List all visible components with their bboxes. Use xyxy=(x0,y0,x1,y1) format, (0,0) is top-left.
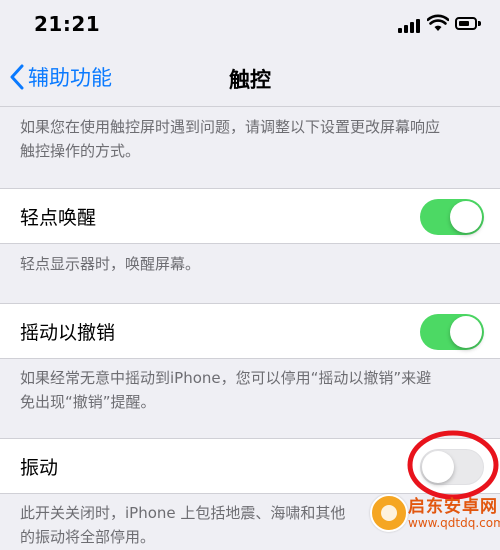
intro-line-1: 如果您在使用触控屏时遇到问题，请调整以下设置更改屏幕响应 xyxy=(20,118,441,136)
status-time: 21:21 xyxy=(34,12,101,36)
toggle-knob xyxy=(450,316,482,348)
toggle-knob xyxy=(422,451,454,483)
watermark-name: 启东安卓网 xyxy=(408,497,498,517)
setting-label: 振动 xyxy=(20,457,59,479)
page-title: 触控 xyxy=(229,68,271,92)
cellular-signal-icon xyxy=(398,17,420,33)
setting-footer-shake-to-undo: 如果经常无意中摇动到iPhone，您可以停用“摇动以撤销”来避 免出现“撤销”提… xyxy=(20,366,480,414)
tap-to-wake-toggle[interactable] xyxy=(420,199,484,235)
battery-tip xyxy=(478,21,481,26)
setting-row-vibration: 振动 xyxy=(0,438,500,494)
footer-line-2: 免出现“撤销”提醒。 xyxy=(20,393,156,411)
status-bar: 21:21 xyxy=(0,0,500,50)
setting-label: 轻点唤醒 xyxy=(20,207,97,229)
battery-icon xyxy=(455,17,477,30)
watermark: 启东安卓网 www.qdtdq.com xyxy=(368,488,500,550)
vibration-toggle[interactable] xyxy=(420,449,484,485)
setting-footer-tap-to-wake: 轻点显示器时，唤醒屏幕。 xyxy=(20,252,480,276)
watermark-url: www.qdtdq.com xyxy=(408,516,500,530)
setting-label: 摇动以撤销 xyxy=(20,322,116,344)
footer-line-1: 轻点显示器时，唤醒屏幕。 xyxy=(20,255,201,273)
wifi-icon xyxy=(427,14,449,31)
intro-description: 如果您在使用触控屏时遇到问题，请调整以下设置更改屏幕响应 触控操作的方式。 xyxy=(20,115,480,163)
navigation-bar: 辅助功能 触控 xyxy=(0,50,500,107)
watermark-logo-icon xyxy=(370,494,408,532)
toggle-knob xyxy=(450,201,482,233)
shake-to-undo-toggle[interactable] xyxy=(420,314,484,350)
setting-row-tap-to-wake: 轻点唤醒 xyxy=(0,188,500,244)
footer-line-1: 如果经常无意中摇动到iPhone，您可以停用“摇动以撤销”来避 xyxy=(20,369,432,387)
intro-line-2: 触控操作的方式。 xyxy=(20,142,141,160)
setting-row-shake-to-undo: 摇动以撤销 xyxy=(0,303,500,359)
